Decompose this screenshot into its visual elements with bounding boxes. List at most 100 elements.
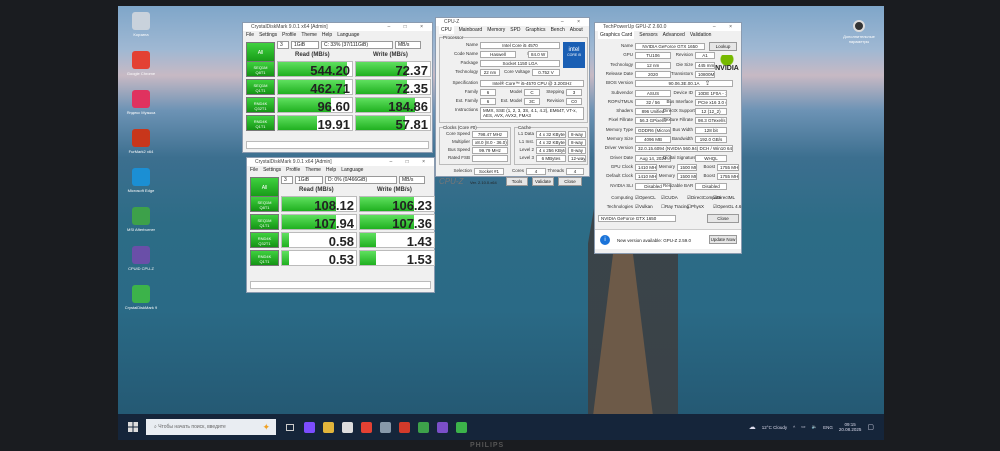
size-select[interactable]: 1GiB xyxy=(295,176,323,184)
volume-icon[interactable]: 🔈 xyxy=(811,424,817,430)
taskbar-app-icon[interactable] xyxy=(361,421,372,433)
all-button[interactable]: All xyxy=(246,42,275,63)
computing-checkbox[interactable]: ☑DirectML xyxy=(713,195,735,201)
tab-memory[interactable]: Memory xyxy=(487,26,505,34)
desktop-icon[interactable]: CPUID CPU-Z xyxy=(118,246,164,271)
read-bar xyxy=(282,233,290,247)
taskbar-app-icon[interactable] xyxy=(323,421,334,433)
field-label: GPU xyxy=(623,52,633,58)
drive-select[interactable]: C: 33% (37/111GiB) xyxy=(321,41,393,49)
tech-checkbox[interactable]: ☑OpenGL 4.6 xyxy=(713,204,741,210)
tech-checkbox[interactable]: ☐PhysX xyxy=(687,204,704,210)
test-button[interactable]: RND4K Q1T1 xyxy=(250,250,279,266)
close-button[interactable]: Close xyxy=(558,177,582,186)
taskbar-app-icon[interactable] xyxy=(437,421,448,433)
weather-text[interactable]: 12°C Cloudy xyxy=(762,425,787,430)
version-text: Ver. 2.10.0.x64 xyxy=(470,180,497,185)
tab-bench[interactable]: Bench xyxy=(551,26,565,34)
taskbar-app-icon[interactable] xyxy=(418,421,429,433)
test-button[interactable]: SEQ1M Q1T1 xyxy=(250,214,279,230)
desktop-icon[interactable]: CrystalDiskMark 9 xyxy=(118,285,164,310)
language-indicator[interactable]: ENG xyxy=(823,425,833,430)
update-now-button[interactable]: Update Now xyxy=(709,235,737,244)
benchmark-row: SEQ1M Q1T1 107.94 107.36 xyxy=(250,214,435,230)
count-select[interactable]: 3 xyxy=(277,41,289,49)
clock[interactable]: 09:15 20.08.2025 xyxy=(839,422,862,432)
desktop-icon[interactable]: FurMark2 x64 xyxy=(118,129,164,154)
desktop-icon[interactable]: Microsoft Edge xyxy=(118,168,164,193)
start-button[interactable] xyxy=(128,422,138,432)
search-box[interactable]: ⌕ Чтобы начать поиск, введите ✦ xyxy=(146,419,276,435)
unit-select[interactable]: MB/s xyxy=(399,176,425,184)
all-button[interactable]: All xyxy=(250,177,279,198)
size-select[interactable]: 1GiB xyxy=(291,41,319,49)
read-value: 107.94 xyxy=(314,216,354,230)
computing-checkbox[interactable]: ☑OpenCL xyxy=(635,195,656,201)
taskbar-app-icon[interactable] xyxy=(342,421,353,433)
menu-item[interactable]: Theme xyxy=(301,31,317,39)
tab-advanced[interactable]: Advanced xyxy=(663,31,685,39)
menu-item[interactable]: Language xyxy=(337,31,359,39)
app-icon xyxy=(132,285,150,303)
menu-item[interactable]: File xyxy=(246,31,254,39)
taskbar-app-icon[interactable] xyxy=(456,421,467,433)
tab-mainboard[interactable]: Mainboard xyxy=(459,26,483,34)
desktop-icon[interactable]: Яндекс Музыка xyxy=(118,90,164,115)
menu-item[interactable]: File xyxy=(250,166,258,174)
tech-checkbox[interactable]: ☐Ray Tracing xyxy=(661,204,689,210)
benchmark-row: RND4K Q1T1 19.91 57.81 xyxy=(246,115,431,131)
menu-item[interactable]: Language xyxy=(341,166,363,174)
benchmark-row: RND4K Q1T1 0.53 1.53 xyxy=(250,250,435,266)
test-button[interactable]: SEQ1M Q8T1 xyxy=(246,61,275,77)
tab-graphics[interactable]: Graphics xyxy=(526,26,546,34)
count-select[interactable]: 3 xyxy=(281,176,293,184)
tab-validation[interactable]: Validation xyxy=(690,31,712,39)
menu-item[interactable]: Theme xyxy=(305,166,321,174)
computing-checkbox[interactable]: ☑CUDA xyxy=(661,195,678,201)
pkg-value: Socket 1150 LGA xyxy=(480,60,560,67)
field-label: Resizable BAR xyxy=(663,182,694,188)
menu-item[interactable]: Help xyxy=(326,166,336,174)
desktop-icon[interactable]: Корзина xyxy=(118,12,164,37)
desktop-icon-settings[interactable]: Дополнительные параметры xyxy=(836,20,882,44)
notifications-icon[interactable]: ▢ xyxy=(867,423,874,431)
task-view-icon[interactable] xyxy=(286,423,294,431)
test-button[interactable]: RND4K Q1T1 xyxy=(246,115,275,131)
menu-item[interactable]: Help xyxy=(322,31,332,39)
tab-spd[interactable]: SPD xyxy=(510,26,520,34)
test-button[interactable]: RND4K Q32T1 xyxy=(246,97,275,113)
window-controls[interactable]: – □ × xyxy=(390,158,432,166)
crystaldiskmark-window-d: CrystalDiskMark 9.0.1 x64 [Admin] – □ × Fi… xyxy=(246,157,435,293)
taskbar-app-icon[interactable] xyxy=(304,421,315,433)
test-button[interactable]: RND4K Q32T1 xyxy=(250,232,279,248)
menu-item[interactable]: Profile xyxy=(286,166,300,174)
device-dropdown[interactable]: NVIDIA GeForce GTX 1650 xyxy=(598,215,676,222)
desktop-icon[interactable]: MSI Afterburner xyxy=(118,207,164,232)
unit-select[interactable]: MB/s xyxy=(395,41,421,49)
network-icon[interactable]: ▭ xyxy=(801,424,805,430)
lookup-button[interactable]: Lookup xyxy=(709,42,737,51)
tech-checkbox[interactable]: ☑Vulkan xyxy=(635,204,653,210)
menu-item[interactable]: Settings xyxy=(259,31,277,39)
tray-chevron-icon[interactable]: ^ xyxy=(793,425,795,430)
menu-item[interactable]: Profile xyxy=(282,31,296,39)
window-controls[interactable]: – × xyxy=(713,23,738,31)
menu-item[interactable]: Settings xyxy=(263,166,281,174)
share-icon[interactable]: ⇪ xyxy=(705,80,710,87)
window-controls[interactable]: – × xyxy=(561,18,586,26)
close-button[interactable]: Close xyxy=(707,214,739,223)
tab-about[interactable]: About xyxy=(570,26,583,34)
desktop-icon[interactable]: Google Chrome xyxy=(118,51,164,76)
tab-sensors[interactable]: Sensors xyxy=(639,31,657,39)
test-button[interactable]: SEQ1M Q8T1 xyxy=(250,196,279,212)
tools-button[interactable]: Tools xyxy=(506,177,528,186)
window-controls[interactable]: – □ × xyxy=(388,23,430,31)
drive-select[interactable]: D: 0% (0/466GiB) xyxy=(325,176,397,184)
taskbar-app-icon[interactable] xyxy=(380,421,391,433)
validate-button[interactable]: Validate xyxy=(532,177,554,186)
tab-cpu[interactable]: CPU xyxy=(439,26,454,34)
read-bar xyxy=(282,251,289,265)
test-button[interactable]: SEQ1M Q1T1 xyxy=(246,79,275,95)
tab-graphics-card[interactable]: Graphics Card xyxy=(598,31,635,39)
taskbar-app-icon[interactable] xyxy=(399,421,410,433)
